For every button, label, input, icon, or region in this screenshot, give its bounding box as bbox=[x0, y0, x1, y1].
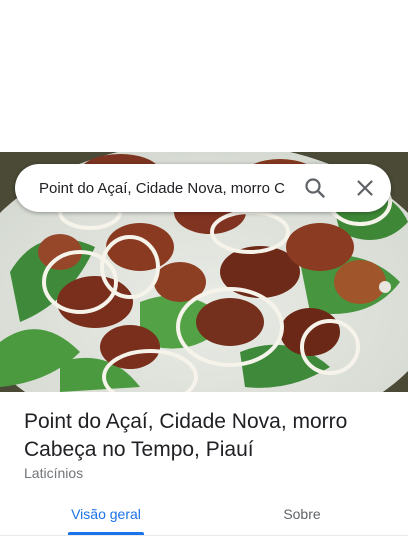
place-info-panel: Point do Açaí, Cidade Nova, morro Cabeça… bbox=[0, 392, 408, 544]
search-input[interactable]: Point do Açaí, Cidade Nova, morro C bbox=[39, 180, 287, 197]
place-screen: Point do Açaí, Cidade Nova, morro C Poin… bbox=[0, 0, 408, 544]
tab-overview[interactable]: Visão geral bbox=[40, 494, 172, 534]
close-icon[interactable] bbox=[353, 176, 377, 200]
top-blank-area bbox=[0, 0, 408, 152]
place-title: Point do Açaí, Cidade Nova, morro Cabeça… bbox=[24, 410, 348, 461]
place-tabs: Visão geral Sobre bbox=[0, 494, 408, 536]
search-bar[interactable]: Point do Açaí, Cidade Nova, morro C bbox=[15, 164, 391, 212]
search-icon[interactable] bbox=[303, 176, 327, 200]
place-category[interactable]: Laticínios bbox=[24, 465, 83, 481]
tabs-divider bbox=[0, 535, 408, 536]
tab-about[interactable]: Sobre bbox=[236, 494, 368, 534]
